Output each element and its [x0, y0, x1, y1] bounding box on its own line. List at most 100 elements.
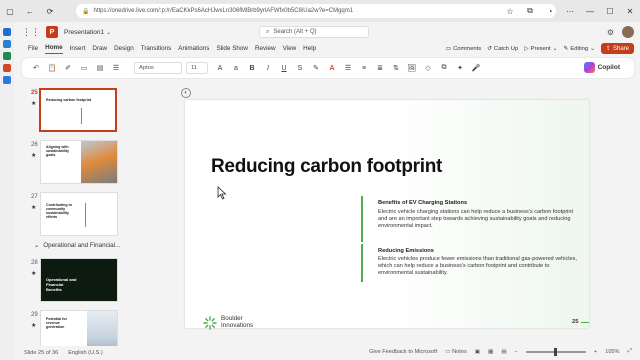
point-heading[interactable]: Reducing Emissions — [378, 248, 434, 254]
dictate-icon[interactable]: 🎤 — [470, 62, 482, 74]
align-icon[interactable]: ≣ — [374, 62, 386, 74]
comments-button[interactable]: ▭ Comments — [446, 46, 482, 52]
language-status[interactable]: English (U.S.) — [68, 350, 103, 356]
point-body[interactable]: Electric vehicle charging stations can h… — [378, 209, 578, 230]
highlight-icon[interactable]: ✎ — [310, 62, 322, 74]
zoom-level[interactable]: 105% — [605, 349, 619, 355]
zoom-slider-thumb[interactable] — [553, 347, 557, 356]
normal-view-icon[interactable]: ▣ — [475, 349, 480, 355]
excel-icon[interactable] — [3, 52, 11, 60]
format-painter-icon[interactable]: ✐ — [62, 62, 74, 74]
word-icon[interactable] — [3, 40, 11, 48]
search-input[interactable]: ⌕ Search (Alt + Q) — [259, 26, 369, 38]
slide-thumbnail-28[interactable]: Operational and Financial Benefits — [40, 258, 118, 302]
avatar[interactable] — [622, 26, 634, 38]
tab-insert[interactable]: Insert — [70, 45, 86, 54]
slide-sorter-icon[interactable]: ▦ — [488, 349, 493, 355]
address-bar[interactable]: 🔒 https://onedrive.live.com/:p:/r/EaCKkP… — [76, 4, 556, 18]
section-icon[interactable]: ☰ — [110, 62, 122, 74]
designer-icon[interactable]: ✦ — [454, 62, 466, 74]
zoom-slider[interactable] — [525, 347, 586, 356]
bold-icon[interactable]: B — [246, 62, 258, 74]
present-button[interactable]: ▷ Present ⌄ — [524, 46, 557, 52]
powerpoint-icon[interactable] — [3, 64, 11, 72]
mouse-cursor-icon — [217, 186, 227, 200]
minimize-icon[interactable]: — — [580, 0, 600, 22]
slide-canvas[interactable]: Reducing carbon footprint Benefits of EV… — [185, 100, 589, 330]
slide-number-line — [581, 322, 589, 323]
text-direction-icon[interactable]: ⇅ — [390, 62, 402, 74]
slide-title[interactable]: Reducing carbon footprint — [211, 156, 442, 178]
favorites-icon[interactable]: ☆ — [500, 0, 520, 22]
font-name-select[interactable]: Aptos — [134, 62, 182, 74]
share-button[interactable]: ⇪ Share — [600, 43, 634, 54]
catch-up-button[interactable]: ↺ Catch Up — [487, 46, 518, 52]
app-launcher-icon[interactable]: ⋮⋮ — [22, 25, 40, 39]
maximize-icon[interactable]: ☐ — [600, 0, 620, 22]
font-size-select[interactable]: 11 — [186, 62, 208, 74]
reading-view-icon[interactable]: ▤ — [501, 349, 506, 355]
more-icon[interactable]: ⋯ — [560, 0, 580, 22]
copilot-button[interactable]: Copilot — [583, 62, 620, 73]
section-label: Operational and Financial... — [43, 242, 121, 249]
refresh-icon[interactable]: ⟳ — [40, 0, 60, 22]
slide-thumbnail-29[interactable]: Potential for revenue generation — [40, 310, 118, 346]
layout-icon[interactable]: ▤ — [94, 62, 106, 74]
point-body[interactable]: Electric vehicles produce fewer emission… — [378, 256, 578, 277]
collections-icon[interactable]: ⧉ — [520, 0, 540, 22]
tab-actions-icon[interactable]: ▢ — [0, 0, 20, 22]
new-slide-icon[interactable]: ▭ — [78, 62, 90, 74]
thumbnail-photo — [81, 141, 117, 183]
close-icon[interactable]: ✕ — [620, 0, 640, 22]
back-arrow-icon[interactable]: ← — [20, 0, 40, 22]
zoom-out-icon[interactable]: − — [515, 349, 518, 355]
chevron-down-icon[interactable]: ⌄ — [106, 29, 111, 36]
undo-icon[interactable]: ↶ — [30, 62, 42, 74]
picture-icon[interactable]: 🖼 — [406, 62, 418, 74]
italic-icon[interactable]: I — [262, 62, 274, 74]
tab-help[interactable]: Help — [303, 45, 316, 54]
slide-thumbnail-26[interactable]: Aligning with sustainability goals — [40, 140, 118, 184]
onedrive-icon[interactable] — [3, 28, 11, 36]
slide-thumbnail-27[interactable]: Contributing to community sustainability… — [40, 192, 118, 236]
numbering-icon[interactable]: ≡ — [358, 62, 370, 74]
profile-icon[interactable]: ◔ — [540, 0, 560, 22]
tab-transitions[interactable]: Transitions — [141, 45, 172, 54]
document-title[interactable]: Presentation1 — [64, 29, 104, 36]
lock-icon: 🔒 — [82, 8, 90, 15]
point-heading[interactable]: Benefits of EV Charging Stations — [378, 200, 467, 206]
bullets-icon[interactable]: ☰ — [342, 62, 354, 74]
star-icon: ★ — [31, 323, 37, 329]
copilot-suggestion-icon[interactable]: ◐ — [181, 88, 191, 98]
editing-mode-button[interactable]: ✎ Editing ⌄ — [564, 46, 595, 52]
feedback-link[interactable]: Give Feedback to Microsoft — [369, 349, 437, 355]
decrease-font-icon[interactable]: a — [230, 62, 242, 74]
settings-icon[interactable]: ⚙ — [607, 28, 614, 37]
outlook-icon[interactable] — [3, 76, 11, 84]
section-header[interactable]: ⌄ Operational and Financial... — [34, 242, 120, 249]
zoom-in-icon[interactable]: + — [594, 349, 597, 355]
tab-file[interactable]: File — [28, 45, 38, 54]
strikethrough-icon[interactable]: S — [294, 62, 306, 74]
tab-animations[interactable]: Animations — [178, 45, 209, 54]
shapes-icon[interactable]: ◇ — [422, 62, 434, 74]
tab-slide-show[interactable]: Slide Show — [216, 45, 248, 54]
clipboard-icon[interactable]: 📋 — [46, 62, 58, 74]
fit-slide-icon[interactable]: ⤢ — [628, 348, 632, 355]
arrange-icon[interactable]: ⧉ — [438, 62, 450, 74]
slide-thumbnail-25[interactable]: Reducing carbon footprint — [39, 88, 117, 132]
underline-icon[interactable]: U — [278, 62, 290, 74]
slide-number: 28 — [31, 260, 38, 266]
tab-view[interactable]: View — [283, 45, 297, 54]
present-label: Present — [530, 45, 551, 52]
increase-font-icon[interactable]: A — [214, 62, 226, 74]
thumbnail-lines — [85, 203, 113, 227]
tab-draw[interactable]: Draw — [92, 45, 107, 54]
logo-line-2: Innovations — [221, 322, 254, 329]
browser-toolbar: ▢ ← ⟳ 🔒 https://onedrive.live.com/:p:/r/… — [0, 0, 640, 22]
font-color-icon[interactable]: A — [326, 62, 338, 74]
tab-design[interactable]: Design — [114, 45, 134, 54]
tab-review[interactable]: Review — [255, 45, 276, 54]
notes-button[interactable]: ▭ Notes — [445, 349, 466, 355]
tab-home[interactable]: Home — [45, 44, 63, 54]
